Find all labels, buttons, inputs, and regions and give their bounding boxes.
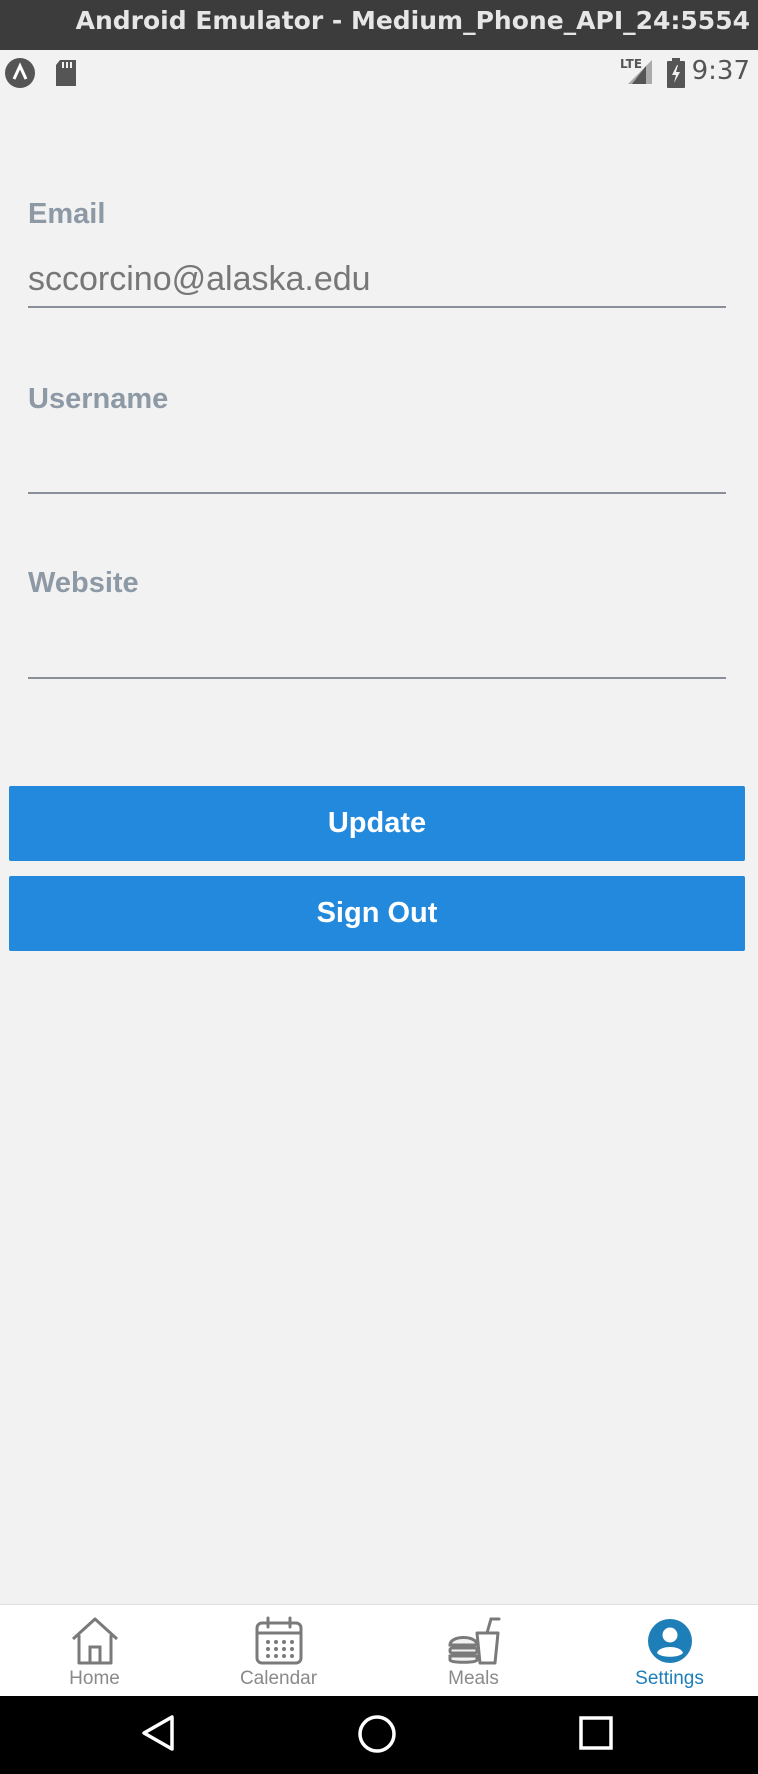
tab-calendar[interactable]: Calendar: [184, 1605, 373, 1697]
email-label: Email: [28, 198, 106, 230]
username-label: Username: [28, 383, 169, 415]
tab-meals-label: Meals: [448, 1668, 499, 1689]
username-field-group: Username: [28, 383, 726, 499]
website-input[interactable]: [28, 623, 726, 679]
website-label: Website: [28, 567, 139, 599]
tab-settings-label: Settings: [635, 1668, 704, 1689]
back-icon[interactable]: [138, 1713, 178, 1758]
website-field-group: Website: [28, 567, 726, 683]
calendar-icon: [255, 1616, 302, 1665]
sd-card-icon: [54, 59, 78, 92]
meals-icon: [447, 1617, 500, 1665]
sign-out-button[interactable]: Sign Out: [9, 876, 745, 951]
battery-charging-icon: [666, 58, 686, 93]
username-input[interactable]: [28, 438, 726, 494]
status-bar: LTE 9:37: [0, 50, 758, 96]
user-circle-icon: [647, 1619, 692, 1663]
android-nav-bar: [0, 1696, 758, 1774]
emulator-title-bar: Android Emulator - Medium_Phone_API_24:5…: [0, 0, 758, 50]
update-button[interactable]: Update: [9, 786, 745, 861]
tab-calendar-label: Calendar: [239, 1668, 318, 1689]
tab-home-label: Home: [69, 1668, 120, 1689]
bottom-tab-bar: Home Calendar Meals Settings: [0, 1604, 758, 1697]
network-type-label: LTE: [620, 57, 642, 71]
tab-home[interactable]: Home: [0, 1605, 189, 1697]
status-time: 9:37: [691, 56, 750, 86]
tab-meals[interactable]: Meals: [379, 1605, 568, 1697]
home-circle-icon[interactable]: [356, 1713, 398, 1760]
window-title: Android Emulator - Medium_Phone_API_24:5…: [75, 6, 750, 35]
recents-icon[interactable]: [578, 1715, 614, 1756]
tab-settings[interactable]: Settings: [575, 1605, 758, 1697]
home-icon: [71, 1617, 118, 1665]
app-notification-icon: [4, 57, 36, 94]
email-input[interactable]: [28, 252, 726, 308]
lte-signal-icon: LTE: [618, 56, 654, 91]
email-field-group: Email: [28, 198, 726, 313]
